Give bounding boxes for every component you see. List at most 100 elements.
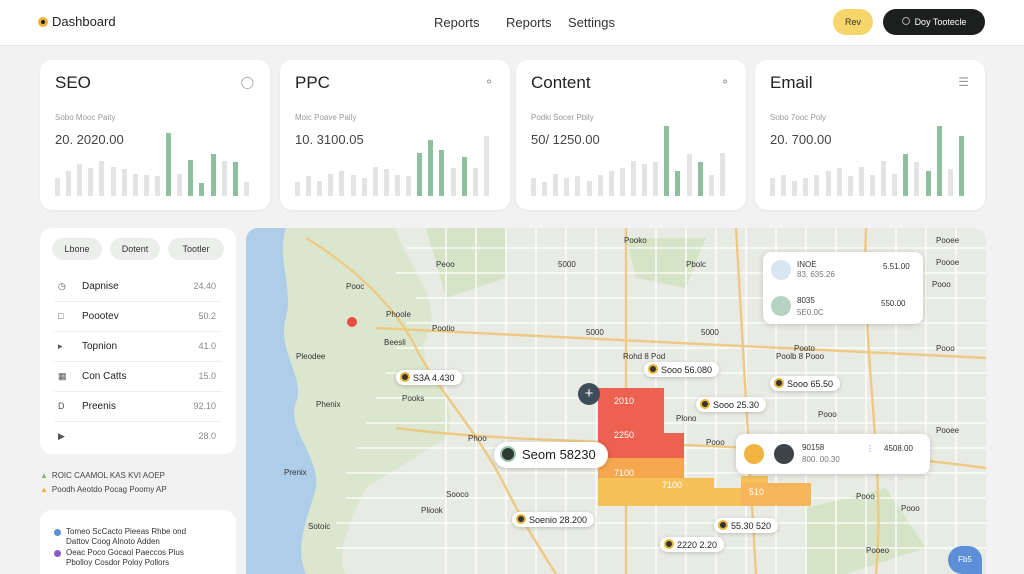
note-item[interactable]: Oeac Poco Gocaol Paeccos Plus Pbolloy Cos… <box>54 548 184 568</box>
card-content[interactable]: Content ⚬ Podki Socer Pbily 50/ 1250.00 <box>516 60 746 210</box>
triangle-icon: ▲ <box>40 471 48 480</box>
card-seo[interactable]: SEO ◯ Sobo Mooc Paity 20. 2020.00 <box>40 60 270 210</box>
list-item[interactable]: ◷ Dapnise 24.40 <box>54 272 222 302</box>
play-icon: ▶ <box>58 431 65 441</box>
bar <box>350 175 356 196</box>
bar <box>781 175 787 196</box>
bar <box>210 154 216 196</box>
bar <box>803 178 809 196</box>
pin-icon <box>700 399 710 409</box>
primary-action-button[interactable]: Doy Tootecle <box>883 9 985 35</box>
list-item-value: 28.0 <box>198 431 216 441</box>
bar <box>361 178 367 196</box>
nav-reports[interactable]: Reports <box>434 15 480 30</box>
bar <box>199 183 205 196</box>
bar <box>642 164 648 196</box>
info-value: 550.00 <box>881 299 906 308</box>
info-card[interactable]: INOE 83. 635.26 5.51.00 8035 5E0.0C 550.… <box>763 252 923 324</box>
card-bar-chart <box>531 126 731 196</box>
map-label: Sotoic <box>308 522 331 531</box>
link-icon[interactable]: ⚬ <box>484 75 494 89</box>
bar <box>121 169 127 196</box>
map-pin[interactable]: S3A 4.430 <box>396 370 462 385</box>
bar <box>792 181 798 196</box>
heat-label: 7100 <box>662 480 683 490</box>
info-card[interactable]: 90158 800. 00.30 ⋮ 4508.00 <box>736 434 930 474</box>
heat-label: 2010 <box>614 396 635 406</box>
info-name: 8035 <box>797 296 815 305</box>
list-item[interactable]: ▦ Con Catts 15.0 <box>54 362 222 392</box>
card-subtitle: Sobo Mooc Paity <box>55 113 116 122</box>
list-item-label: Topnion <box>82 341 118 352</box>
note-item[interactable]: Tomeo ScCacto Pieeas Rhbe ond Dattov Coog… <box>54 527 186 547</box>
chat-button[interactable]: Fb5 <box>948 546 982 574</box>
legend-item: ▲ Poodh Aeotdo Pocag Poomy AP <box>40 485 167 494</box>
info-name: INOE <box>797 260 817 269</box>
tab-dotent[interactable]: Dotent <box>110 238 160 260</box>
bulb-icon[interactable]: ◯ <box>241 75 254 89</box>
map-label: Pooee <box>936 426 960 435</box>
brand-label: Dashboard <box>52 14 116 29</box>
map-label: Rohd 8 Pod <box>623 352 666 361</box>
tab-lbone[interactable]: Lbone <box>52 238 102 260</box>
list-item[interactable]: ▸ Topnion 41.0 <box>54 332 222 362</box>
bar <box>575 176 581 196</box>
bar <box>881 161 887 196</box>
info-sub: 800. 00.30 <box>802 455 840 464</box>
link-icon[interactable]: ⚬ <box>720 75 730 89</box>
map-label: Poolb 8 Pooo <box>776 352 825 361</box>
bar <box>417 153 423 196</box>
tab-tootler[interactable]: Tootler <box>168 238 224 260</box>
bar <box>55 178 60 196</box>
map-pin[interactable]: 55.30 520 <box>714 518 779 533</box>
bar <box>836 168 842 196</box>
bar <box>686 154 692 196</box>
bar <box>631 161 636 196</box>
nav-reports-2[interactable]: Reports <box>506 15 552 30</box>
map-label: Pooo <box>901 504 920 513</box>
avatar <box>771 296 791 316</box>
pin-icon <box>664 539 674 549</box>
pin-label: S3A 4.430 <box>413 373 455 383</box>
bar <box>306 176 312 196</box>
map-label: Phoole <box>386 310 411 319</box>
nav-settings[interactable]: Settings <box>568 15 615 30</box>
bar <box>664 126 670 196</box>
list-item-value: 15.0 <box>198 371 216 381</box>
bar <box>936 126 942 196</box>
selected-location-pin[interactable]: Seom 58230 <box>494 442 608 468</box>
card-title: Email <box>770 73 813 92</box>
map-pin[interactable]: 2220 2.20 <box>660 537 725 552</box>
legend-label: Poodh Aeotdo Pocag Poomy AP <box>51 485 167 494</box>
bar <box>483 136 489 196</box>
brand[interactable]: Dashboard <box>38 14 116 29</box>
bar <box>132 174 138 196</box>
bar <box>339 171 345 196</box>
bar <box>450 168 456 196</box>
zoom-in-button[interactable]: + <box>578 383 600 405</box>
card-ppc[interactable]: PPC ⚬ Moic Poave Paily 10. 3100.05 <box>280 60 510 210</box>
card-email[interactable]: Email ☰ Sobo 7ooc Poly 20. 700.00 <box>755 60 985 210</box>
list-item-value: 24.40 <box>193 281 216 291</box>
bar <box>295 182 300 196</box>
bar <box>608 171 614 196</box>
map-pin[interactable]: Sooo 56.080 <box>644 362 720 377</box>
list-item[interactable]: ▶ 28.0 <box>54 422 222 452</box>
rev-button[interactable]: Rev <box>833 9 873 35</box>
list-item[interactable]: □ Poootev 50.2 <box>54 302 222 332</box>
location-marker[interactable] <box>347 317 357 327</box>
bar <box>232 162 238 196</box>
bracket-icon: D <box>58 401 65 411</box>
map-pin[interactable]: Sooo 25.30 <box>696 397 767 412</box>
sidebar-panel: Lbone Dotent Tootler ◷ Dapnise 24.40 □ Pooo… <box>40 228 236 454</box>
map-pin[interactable]: Soenio 28.200 <box>512 512 595 527</box>
list-item[interactable]: D Preenis 92.10 <box>54 392 222 422</box>
menu-icon[interactable]: ☰ <box>958 75 969 89</box>
bar <box>708 175 714 196</box>
bar <box>925 171 931 196</box>
map-label: Pbolc <box>686 260 707 269</box>
map-pin[interactable]: Sooo 65.50 <box>770 376 841 391</box>
bar <box>406 176 412 196</box>
heat-label: 2250 <box>614 430 635 440</box>
legend-item: ▲ ROIC CAAMOL KAS KVI AOEP <box>40 471 165 480</box>
